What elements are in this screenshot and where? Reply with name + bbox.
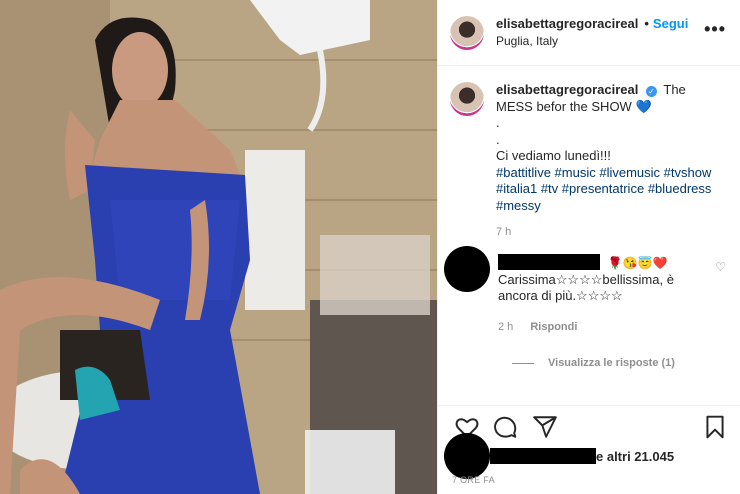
comment-time[interactable]: 2 h <box>498 321 513 333</box>
comment-text: Carissima☆☆☆☆bellissima, è ancora di più… <box>498 271 674 304</box>
comment-meta: 2 h Rispondi <box>498 319 708 336</box>
more-options-icon[interactable]: ••• <box>704 20 726 38</box>
like-comment-heart-icon[interactable]: ♡ <box>715 260 726 274</box>
post-timestamp[interactable]: 7 ORE FA <box>452 475 495 485</box>
hashtag-link[interactable]: #bluedress <box>648 181 712 196</box>
post-photo[interactable] <box>0 0 437 494</box>
author-avatar[interactable] <box>450 15 484 50</box>
save-bookmark-icon[interactable] <box>702 414 728 440</box>
reply-button[interactable]: Rispondi <box>530 321 577 333</box>
hashtag-link[interactable]: #battitlive <box>496 165 551 180</box>
author-info: elisabettagregoracireal • Segui Puglia, … <box>496 16 688 49</box>
hashtag-link[interactable]: #music <box>555 165 596 180</box>
photo-illustration <box>0 0 437 494</box>
post-header: elisabettagregoracireal • Segui Puglia, … <box>438 0 740 66</box>
hashtag-link[interactable]: #livemusic <box>599 165 660 180</box>
caption-time[interactable]: 7 h <box>496 226 728 238</box>
liker-username-redacted <box>490 448 596 464</box>
caption-dot-2: . <box>496 131 500 147</box>
commenter-avatar-redacted <box>444 246 490 292</box>
hashtag-link[interactable]: #tvshow <box>664 165 712 180</box>
commenter-username-redacted <box>498 254 600 270</box>
share-send-icon[interactable] <box>532 414 558 440</box>
comment: 🌹😘😇❤️ Carissima☆☆☆☆bellissima, è ancora … <box>444 246 728 336</box>
caption-username[interactable]: elisabettagregoracireal <box>496 82 638 97</box>
hashtag-link[interactable]: #italia1 <box>496 181 537 196</box>
blue-heart-emoji: 💙 <box>635 98 652 114</box>
caption: elisabettagregoracireal ✓ The MESS befor… <box>450 82 728 214</box>
hashtags: #battitlive #music #livemusic #tvshow #i… <box>496 165 711 213</box>
comments-area[interactable]: elisabettagregoracireal ✓ The MESS befor… <box>438 66 740 406</box>
post-side-panel: elisabettagregoracireal • Segui Puglia, … <box>437 0 740 494</box>
likes-count[interactable]: e altri 21.045 <box>596 449 674 464</box>
follow-button[interactable]: Segui <box>653 16 688 32</box>
caption-line-2: Ci vediamo lunedì!!! <box>496 148 611 163</box>
caption-avatar[interactable] <box>450 82 484 116</box>
hashtag-link[interactable]: #messy <box>496 198 541 213</box>
caption-dot-1: . <box>496 115 500 130</box>
hashtag-link[interactable]: #tv <box>541 181 558 196</box>
post-location[interactable]: Puglia, Italy <box>496 34 688 49</box>
view-replies-label: Visualizza le risposte (1) <box>548 357 675 369</box>
liker-avatar-redacted <box>444 433 490 479</box>
hashtag-link[interactable]: #presentatrice <box>562 181 644 196</box>
separator-dot: • <box>644 15 649 31</box>
author-username[interactable]: elisabettagregoracireal <box>496 16 638 32</box>
comment-emojis: 🌹😘😇❤️ <box>607 256 668 270</box>
view-replies-button[interactable]: Visualizza le risposte (1) <box>512 357 728 369</box>
replies-divider <box>512 362 534 364</box>
comment-bubble-icon[interactable] <box>492 414 518 440</box>
verified-badge-icon: ✓ <box>645 86 657 97</box>
